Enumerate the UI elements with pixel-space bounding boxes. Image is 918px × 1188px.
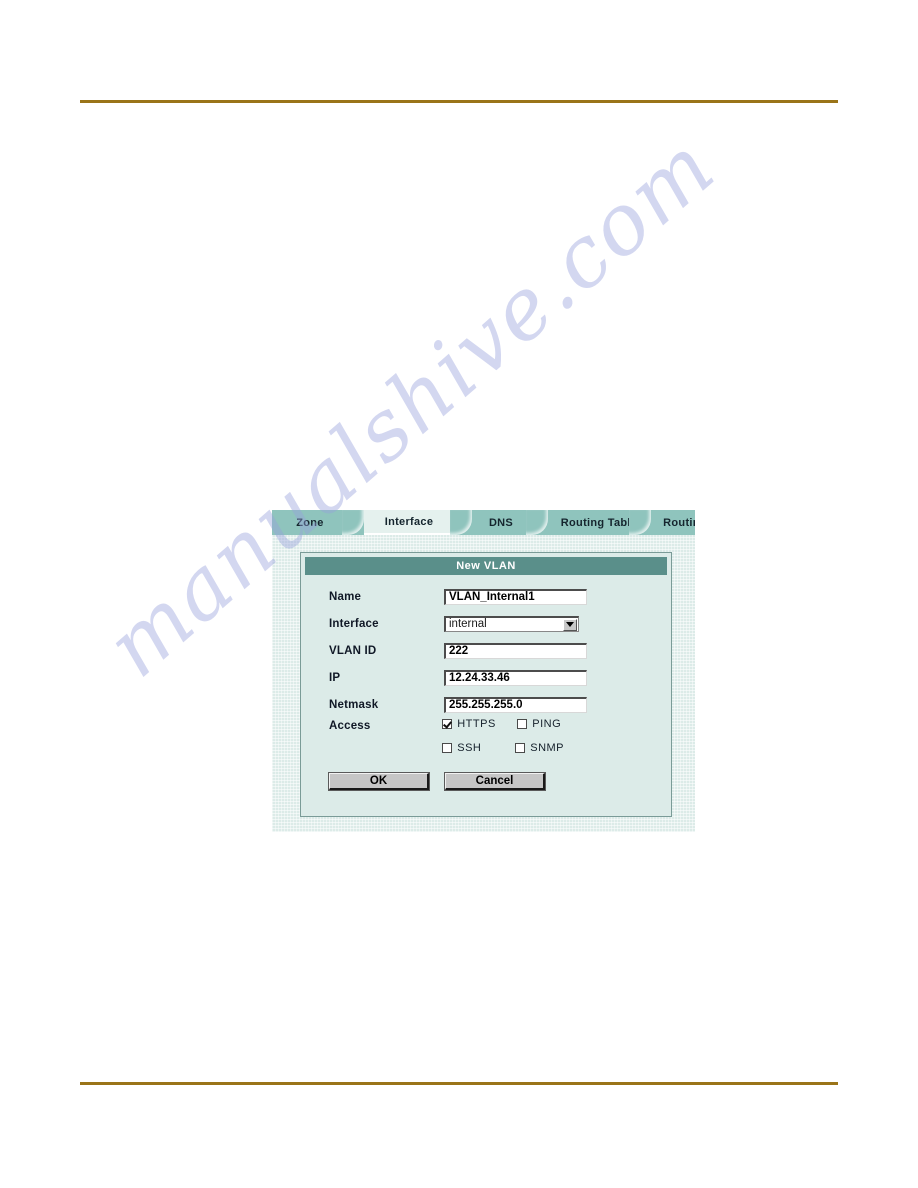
form-row-name: Name VLAN_Internal1 (329, 583, 649, 610)
ip-label: IP (329, 671, 341, 684)
tab-divider-curve-2 (450, 510, 472, 535)
form-row-vlan-id: VLAN ID 222 (329, 637, 649, 664)
checkbox-ping-box[interactable] (517, 719, 528, 729)
page-header-rule (80, 100, 838, 103)
checkbox-ssh-box[interactable] (442, 743, 453, 753)
ok-button[interactable]: OK (328, 772, 430, 791)
access-label: Access (329, 720, 371, 732)
checkbox-snmp-label: SNMP (530, 742, 565, 754)
dialog-title-bar: New VLAN (305, 557, 667, 575)
chevron-down-icon[interactable] (563, 618, 577, 631)
interface-label: Interface (329, 617, 379, 630)
cancel-button[interactable]: Cancel (444, 772, 546, 791)
interface-select-value: internal (449, 618, 487, 630)
dialog-title-label: New VLAN (456, 560, 516, 572)
form-row-access: Access HTTPS PING SSH SNMP (329, 718, 649, 768)
vlan-id-label: VLAN ID (329, 644, 377, 657)
vlan-configuration-screenshot: Zone Interface DNS Routing Table Routing… (272, 510, 695, 832)
tab-zone[interactable]: Zone (272, 510, 348, 535)
form-row-interface: Interface internal (329, 610, 649, 637)
page-footer-rule (80, 1082, 838, 1085)
tab-zone-label: Zone (296, 516, 324, 529)
checkbox-ping[interactable]: PING (517, 718, 561, 730)
tab-interface[interactable]: Interface (364, 510, 454, 535)
new-vlan-dialog: New VLAN Name VLAN_Internal1 Interface i… (300, 552, 672, 817)
checkbox-ping-label: PING (532, 718, 562, 730)
checkbox-ssh-label: SSH (457, 742, 482, 754)
checkbox-https-box[interactable] (442, 719, 453, 729)
name-label: Name (329, 590, 362, 603)
form-row-netmask: Netmask 255.255.255.0 (329, 691, 649, 718)
netmask-input[interactable]: 255.255.255.0 (444, 696, 587, 713)
form-row-ip: IP 12.24.33.46 (329, 664, 649, 691)
ip-input[interactable]: 12.24.33.46 (444, 669, 587, 686)
access-checkbox-group: HTTPS PING SSH SNMP (442, 718, 649, 766)
vlan-id-input[interactable]: 222 (444, 642, 587, 659)
tab-routing[interactable]: Routing (650, 510, 695, 535)
tab-routing-table-label: Routing Table (560, 516, 638, 529)
checkbox-snmp-box[interactable] (515, 743, 526, 753)
checkbox-ssh[interactable]: SSH (442, 742, 481, 754)
tab-interface-label: Interface (384, 515, 434, 528)
checkbox-https[interactable]: HTTPS (442, 718, 496, 730)
netmask-label: Netmask (329, 698, 379, 711)
tab-divider-curve-1 (342, 510, 364, 535)
tab-dns[interactable]: DNS (470, 510, 532, 535)
name-input[interactable]: VLAN_Internal1 (444, 588, 587, 605)
checkbox-snmp[interactable]: SNMP (515, 742, 564, 754)
checkbox-https-label: HTTPS (457, 718, 496, 730)
interface-select[interactable]: internal (444, 615, 579, 632)
tab-routing-label: Routing (663, 516, 695, 529)
tab-dns-label: DNS (488, 516, 514, 529)
tab-bar: Zone Interface DNS Routing Table Routing (272, 510, 695, 535)
